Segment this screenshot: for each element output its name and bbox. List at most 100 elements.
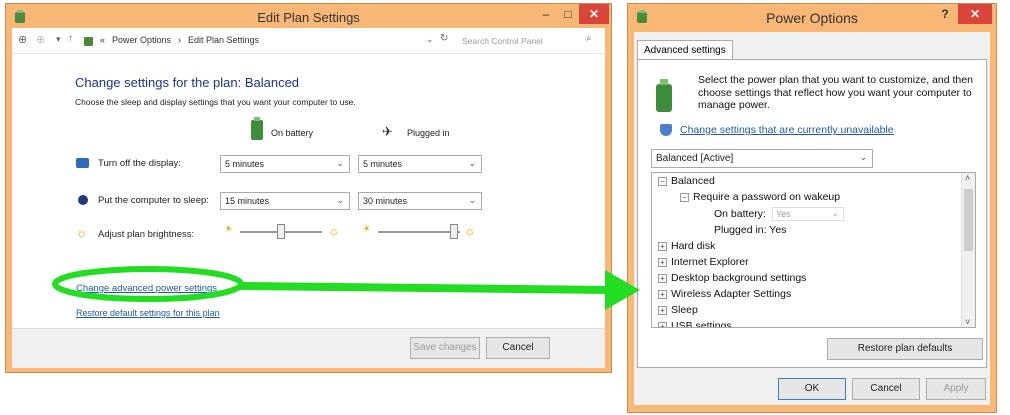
restore-plan-defaults-button[interactable]: Restore plan defaults [827,338,983,360]
brightness-high-icon: ☼ [328,223,340,238]
window-title: Edit Plan Settings [257,10,360,25]
expand-icon[interactable]: + [658,241,667,251]
power-options-window: Power Options ? ✕ Advanced settings Sele… [627,3,997,413]
apply-button: Apply [926,378,986,400]
tree-label: Wireless Adapter Settings [671,288,792,300]
display-icon [76,158,89,168]
select-value: 15 minutes [225,196,270,206]
breadcrumb-edit-plan[interactable]: Edit Plan Settings [188,35,259,45]
tree-item-desktop-background[interactable]: + Desktop background settings [658,272,806,284]
select-value: 5 minutes [363,159,403,169]
expand-icon[interactable]: + [658,273,667,283]
change-unavailable-link[interactable]: Change settings that are currently unava… [680,124,894,136]
brightness-low-icon: ☀ [224,224,233,235]
tree-item-hard-disk[interactable]: + Hard disk [658,240,715,252]
select-value: 5 minutes [225,159,265,169]
tree-label: Plugged in: [714,224,767,236]
select-value: Yes [776,209,791,219]
power-plan-icon [656,79,672,112]
tree-label: Desktop background settings [671,272,807,284]
cancel-button[interactable]: Cancel [486,337,550,359]
tab-panel: Select the power plan that you want to c… [637,59,987,368]
tree-label: On battery: [714,208,766,220]
sleep-battery-select[interactable]: 15 minutes ⌄ [220,192,350,210]
tree-label: Balanced [671,175,715,187]
on-battery-header: On battery [271,128,314,138]
window-content: ⊕ ⊕ ▾ ↑ « Power Options › Edit Plan Sett… [12,28,605,368]
on-battery-row: On battery: [714,208,766,220]
advanced-power-settings-link[interactable]: Change advanced power settings [76,283,217,294]
plug-icon: ✈ [382,124,393,139]
search-input[interactable]: Search Control Panel [462,36,543,46]
expand-icon[interactable]: + [658,289,667,299]
shield-icon [660,124,672,136]
brightness-low-icon: ☀ [362,224,371,235]
cancel-button[interactable]: Cancel [852,378,920,400]
title-bar: Power Options ? ✕ [628,4,996,32]
page-title: Change settings for the plan: Balanced [75,75,300,90]
brightness-battery-slider[interactable] [240,224,322,239]
tree-label: USB settings [671,320,732,328]
expand-icon[interactable]: + [658,305,667,315]
sleep-label: Put the computer to sleep: [98,195,209,206]
breadcrumb-power-options[interactable]: Power Options [112,35,171,45]
sleep-icon [78,195,88,205]
plan-select[interactable]: Balanced [Active] ⌄ [651,149,873,168]
intro-text: Select the power plan that you want to c… [698,74,973,111]
recent-pages-icon[interactable]: ▾ [56,34,61,45]
brightness-high-icon: ☼ [464,223,476,238]
tree-item-sleep[interactable]: + Sleep [658,304,698,316]
brightness-label: Adjust plan brightness: [98,229,195,240]
page-subtitle: Choose the sleep and display settings th… [75,97,356,107]
tree-label: Sleep [671,304,698,316]
display-battery-select[interactable]: 5 minutes ⌄ [220,155,350,173]
plugged-in-row: Plugged in: Yes [714,224,786,236]
scroll-up-icon[interactable]: ˄ [965,173,970,183]
tree-root[interactable]: − Balanced [658,175,715,187]
display-plugged-select[interactable]: 5 minutes ⌄ [358,155,482,173]
minimize-button[interactable]: – [535,4,557,24]
brightness-plugged-slider[interactable] [378,224,460,239]
slider-thumb[interactable] [450,224,458,239]
close-button[interactable]: ✕ [579,4,609,24]
back-icon[interactable]: ⊕ [18,33,27,46]
restore-defaults-link[interactable]: Restore default settings for this plan [76,308,220,318]
tree-item-internet-explorer[interactable]: + Internet Explorer [658,256,749,268]
dropdown-icon[interactable]: ⌄ [426,34,434,45]
search-icon[interactable]: ⌕ [586,33,592,44]
on-battery-select[interactable]: Yes ⌄ [772,207,844,221]
dialog-content: Advanced settings Select the power plan … [634,32,990,405]
tree-value: Yes [769,224,787,236]
close-button[interactable]: ✕ [958,4,992,24]
sleep-plugged-select[interactable]: 30 minutes ⌄ [358,192,482,210]
expand-icon[interactable]: + [658,321,667,327]
ok-button[interactable]: OK [778,378,846,400]
up-arrow-icon[interactable]: ↑ [68,33,73,44]
slider-thumb[interactable] [277,224,285,239]
scroll-down-icon[interactable]: ˅ [965,317,970,327]
edit-plan-settings-window-main: Edit Plan Settings – □ ✕ ⊕ ⊕ ▾ ↑ « Power… [5,3,612,373]
forward-icon[interactable]: ⊕ [36,33,45,46]
tree-item-usb[interactable]: + USB settings [658,320,732,328]
tree-label: Hard disk [671,240,716,252]
refresh-icon[interactable]: ↻ [440,33,448,44]
address-prefix: « [100,35,106,45]
tree-label: Internet Explorer [671,256,749,268]
scroll-thumb[interactable] [964,189,973,251]
tree-item-wireless[interactable]: + Wireless Adapter Settings [658,288,791,300]
help-button[interactable]: ? [934,4,956,24]
tab-advanced-settings[interactable]: Advanced settings [637,40,733,60]
breadcrumb-separator: › [178,35,181,45]
turn-off-display-label: Turn off the display: [98,158,181,169]
brightness-icon: ☼ [76,225,88,240]
tree-scrollbar[interactable]: ˄ ˅ [961,173,975,327]
collapse-icon[interactable]: − [680,192,689,202]
select-value: Balanced [Active] [656,153,734,164]
collapse-icon[interactable]: − [658,176,667,186]
expand-icon[interactable]: + [658,257,667,267]
address-bar: ⊕ ⊕ ▾ ↑ « Power Options › Edit Plan Sett… [12,28,605,54]
maximize-button[interactable]: □ [557,4,579,24]
tree-child[interactable]: − Require a password on wakeup [680,191,840,203]
control-panel-icon [84,37,93,46]
tree-label: Require a password on wakeup [693,191,841,203]
